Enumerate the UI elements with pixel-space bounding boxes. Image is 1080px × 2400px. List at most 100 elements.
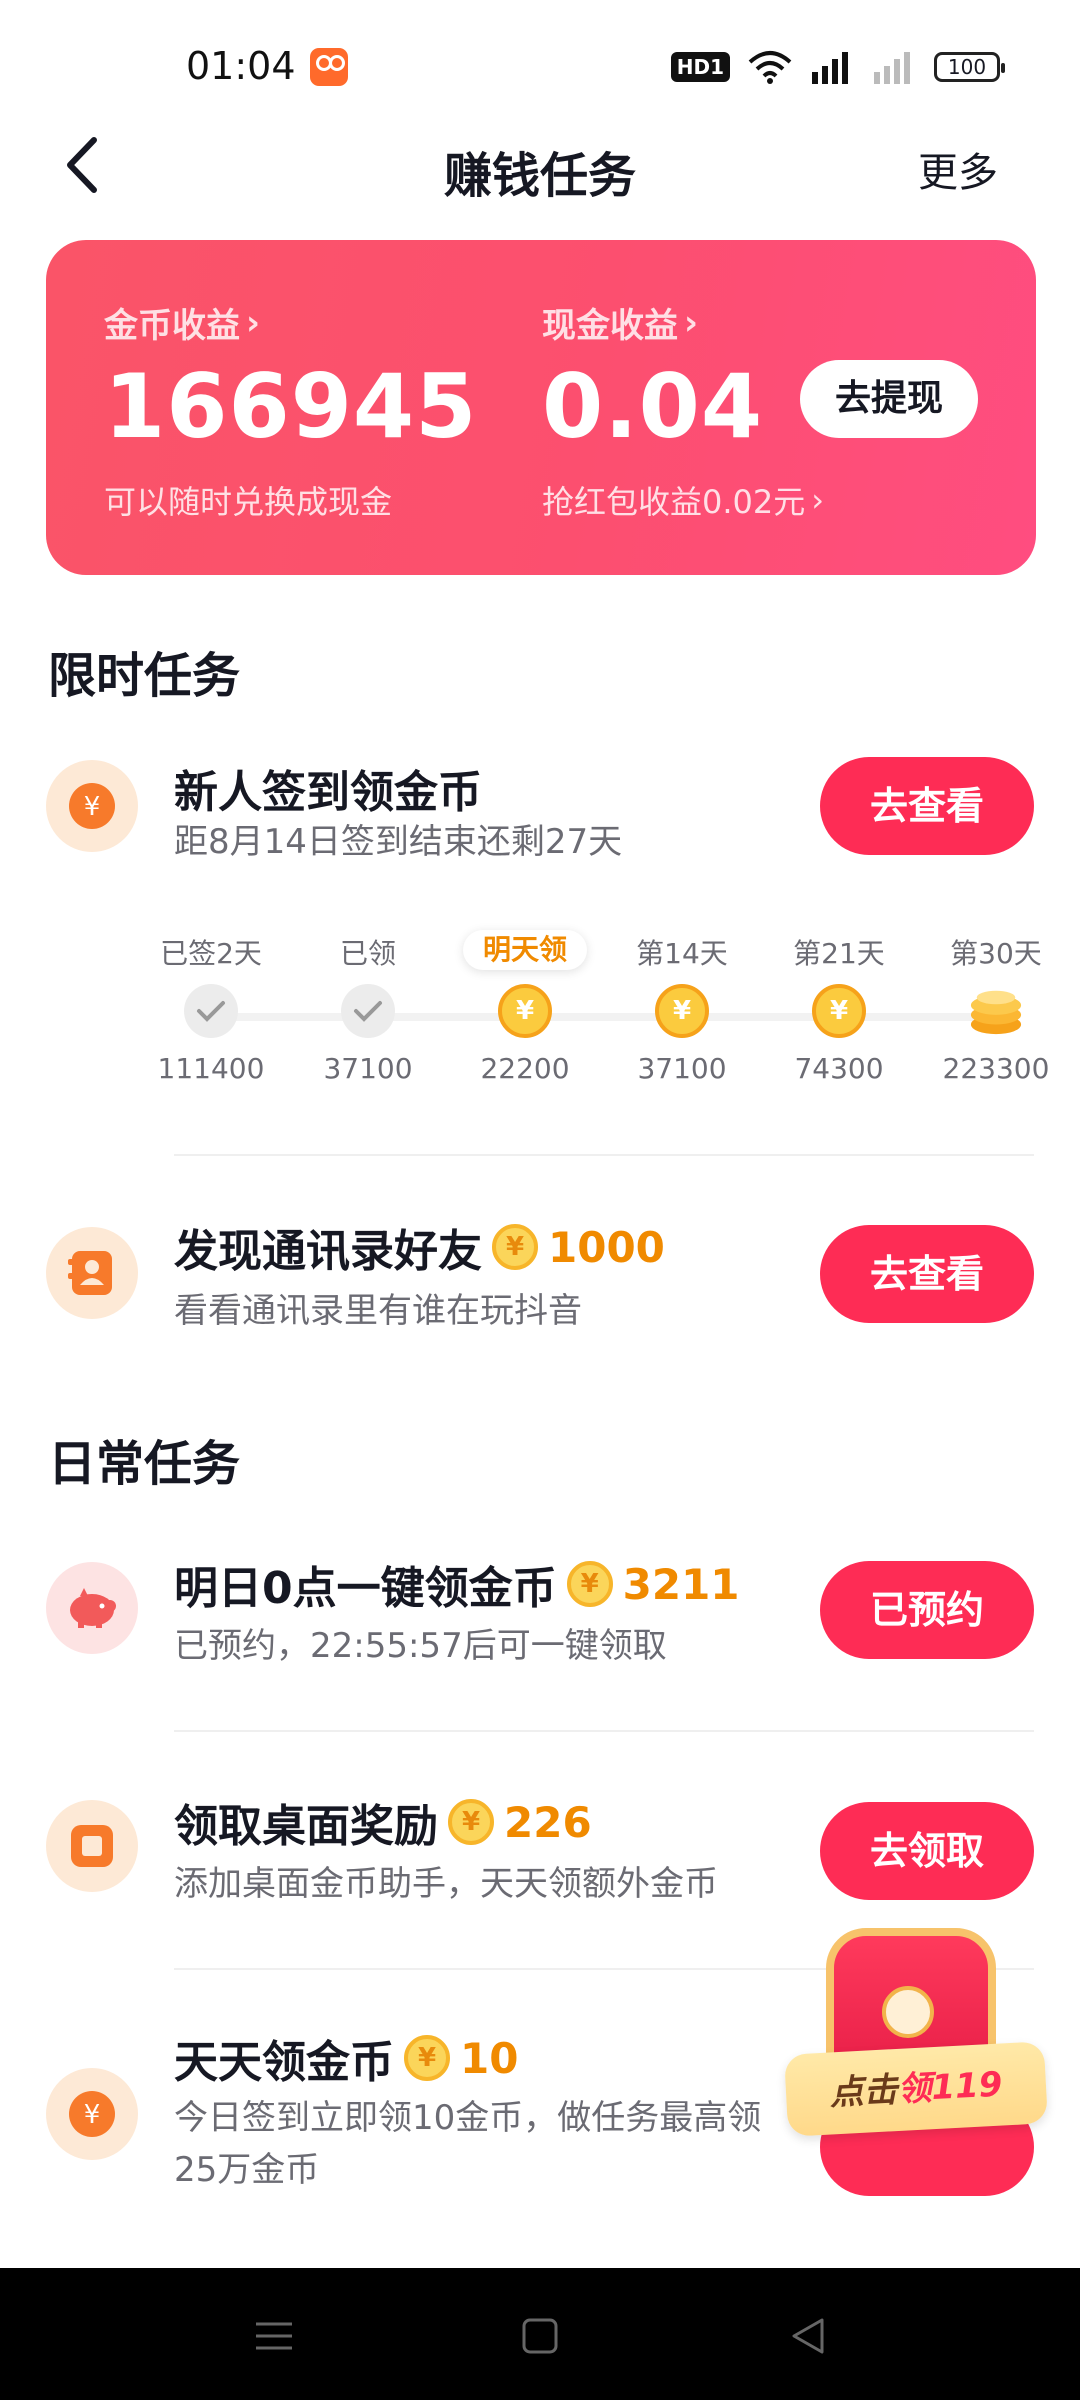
checkin-day: 第14天 ¥ 37100 [597, 934, 767, 1085]
nav-bar: 赚钱任务 更多 [0, 130, 1080, 240]
checkin-day-label: 第14天 [636, 937, 728, 970]
chest-claim-banner[interactable]: 点击领119 [784, 2041, 1048, 2137]
chest-banner-amount: 领119 [896, 2064, 1004, 2110]
checkin-task-desc: 距8月14日签到结束还剩27天 [174, 822, 623, 862]
status-time: 01:04 [186, 44, 296, 88]
contacts-task-desc: 看看通讯录里有谁在玩抖音 [174, 1291, 582, 1331]
check-icon [341, 984, 395, 1038]
home-icon[interactable] [512, 2308, 568, 2364]
cash-earnings-label-row: 现金收益 › [542, 298, 824, 347]
reward-amount: 226 [504, 1797, 592, 1847]
coin-earnings[interactable]: 金币收益 › 166945 可以随时兑换成现金 [104, 298, 477, 523]
daily-task-title-text: 领取桌面奖励 [174, 1801, 438, 1852]
daily-task-desc: 添加桌面金币助手，天天领额外金币 [174, 1864, 718, 1904]
coin-icon: ¥ [812, 984, 866, 1038]
signal-4g-icon [810, 50, 854, 84]
red-packet-earnings-text: 抢红包收益0.02元 [542, 483, 806, 521]
chevron-right-icon: › [684, 302, 699, 343]
hd-voice-icon: HD1 [670, 52, 730, 82]
back-triangle-icon[interactable] [780, 2308, 836, 2364]
coin-icon: ¥ [498, 984, 552, 1038]
red-packet-earnings[interactable]: 抢红包收益0.02元 › [542, 477, 824, 523]
checkin-view-button[interactable]: 去查看 [820, 757, 1034, 855]
earn-tasks-page: 01:04 HD1 100 赚钱任务 更多 金币收益 › 166945 可以随时… [0, 0, 1080, 2400]
status-icons: HD1 100 [670, 50, 1005, 84]
contacts-icon [46, 1227, 138, 1319]
daily-task-desc: 已预约，22:55:57后可一键领取 [174, 1626, 667, 1666]
earnings-card: 金币收益 › 166945 可以随时兑换成现金 现金收益 › 0.04 抢红包收… [46, 240, 1036, 575]
piggy-bank-icon [46, 1562, 138, 1654]
checkin-day-label: 明天领 [463, 930, 587, 970]
chest-banner-prefix: 点击 [828, 2069, 899, 2114]
chevron-right-icon: › [246, 302, 261, 343]
contacts-view-button[interactable]: 去查看 [820, 1225, 1034, 1323]
checkin-day-amount: 223300 [942, 1052, 1050, 1085]
system-nav-bar [0, 2268, 1080, 2400]
checkin-day-label: 第21天 [793, 937, 885, 970]
reward-amount: 10 [460, 2033, 519, 2083]
checkin-day: 明天领 ¥ 22200 [440, 930, 610, 1085]
svg-text:¥: ¥ [84, 2100, 101, 2130]
more-button[interactable]: 更多 [918, 140, 998, 198]
checkin-task: ¥ 新人签到领金币 距8月14日签到结束还剩27天 去查看 已签2天 11140… [0, 757, 1080, 1150]
signal-sim2-icon [872, 50, 916, 84]
contacts-task-title-text: 发现通讯录好友 [174, 1226, 482, 1277]
checkin-day-amount: 111400 [157, 1052, 265, 1085]
withdraw-button[interactable]: 去提现 [800, 360, 978, 438]
coin-icon: ¥ [655, 984, 709, 1038]
daily-task: 明日0点一键领金币 ¥ 3211 已预约，22:55:57后可一键领取 已预约 [0, 1560, 1080, 1692]
checkin-day: 已签2天 111400 [126, 934, 296, 1085]
claim-button[interactable]: 去领取 [820, 1802, 1034, 1900]
status-bar: 01:04 HD1 100 [0, 0, 1080, 130]
daily-task-title: 明日0点一键领金币 ¥ 3211 [174, 1552, 740, 1616]
checkin-day-amount: 37100 [323, 1052, 413, 1085]
checkin-day: 第21天 ¥ 74300 [754, 934, 924, 1085]
desktop-widget-icon [46, 1800, 138, 1892]
contacts-task: 发现通讯录好友 ¥ 1000 看看通讯录里有谁在玩抖音 去查看 [0, 1223, 1080, 1355]
contacts-task-title: 发现通讯录好友 ¥ 1000 [174, 1215, 665, 1279]
coin-stack-icon [969, 984, 1023, 1038]
daily-task-desc: 今日签到立即领10金币，做任务最高领25万金币 [174, 2098, 762, 2190]
divider [174, 1154, 1034, 1156]
coin-icon: ¥ [404, 2035, 450, 2081]
daily-task-title-text: 明日0点一键领金币 [174, 1563, 557, 1614]
checkin-day-label: 第30天 [950, 937, 1042, 970]
battery-icon: 100 [934, 52, 1005, 82]
coin-icon: ¥ [566, 1561, 613, 1607]
menu-icon[interactable] [246, 2308, 302, 2364]
cash-earnings-label: 现金收益 [542, 306, 678, 346]
checkin-day-amount: 74300 [794, 1052, 884, 1085]
checkin-day: 已领 37100 [283, 934, 453, 1085]
checkin-day-label: 已领 [339, 937, 396, 970]
chevron-right-icon: › [811, 481, 825, 519]
coin-earnings-sub: 可以随时兑换成现金 [104, 483, 393, 521]
reward-amount: 1000 [548, 1222, 665, 1272]
daily-task: 领取桌面奖励 ¥ 226 添加桌面金币助手，天天领额外金币 去领取 [0, 1798, 1080, 1930]
limited-tasks-title: 限时任务 [48, 648, 241, 704]
cash-earnings-value: 0.04 [542, 355, 764, 458]
divider [174, 1730, 1034, 1732]
checkin-day-amount: 37100 [637, 1052, 727, 1085]
checkin-day-label: 已签2天 [160, 937, 262, 970]
coin-icon: ¥ [46, 2068, 138, 2160]
checkin-task-title: 新人签到领金币 [174, 767, 482, 818]
checkin-day-amount: 22200 [480, 1052, 570, 1085]
checkin-day: 第30天 223300 [911, 934, 1080, 1085]
coin-earnings-label: 金币收益 [104, 306, 240, 346]
kuaishou-app-icon [310, 48, 348, 86]
reward-amount: 3211 [622, 1559, 740, 1609]
wifi-icon [748, 50, 792, 84]
daily-task-title: 天天领金币 ¥ 10 [174, 2026, 518, 2090]
treasure-chest-widget[interactable]: 点击领119 [784, 1918, 1048, 2198]
coin-earnings-value: 166945 [104, 355, 478, 458]
check-icon [184, 984, 238, 1038]
coin-icon: ¥ [492, 1224, 538, 1270]
svg-text:¥: ¥ [84, 792, 101, 822]
coin-earnings-label-row: 金币收益 › [104, 298, 477, 347]
coin-icon: ¥ [448, 1799, 494, 1845]
daily-tasks-title: 日常任务 [48, 1436, 241, 1492]
daily-task-title: 领取桌面奖励 ¥ 226 [174, 1790, 592, 1854]
reserved-button[interactable]: 已预约 [820, 1561, 1034, 1659]
cash-earnings[interactable]: 现金收益 › 0.04 抢红包收益0.02元 › [542, 298, 824, 523]
douyin-logo-icon [882, 1986, 934, 2038]
